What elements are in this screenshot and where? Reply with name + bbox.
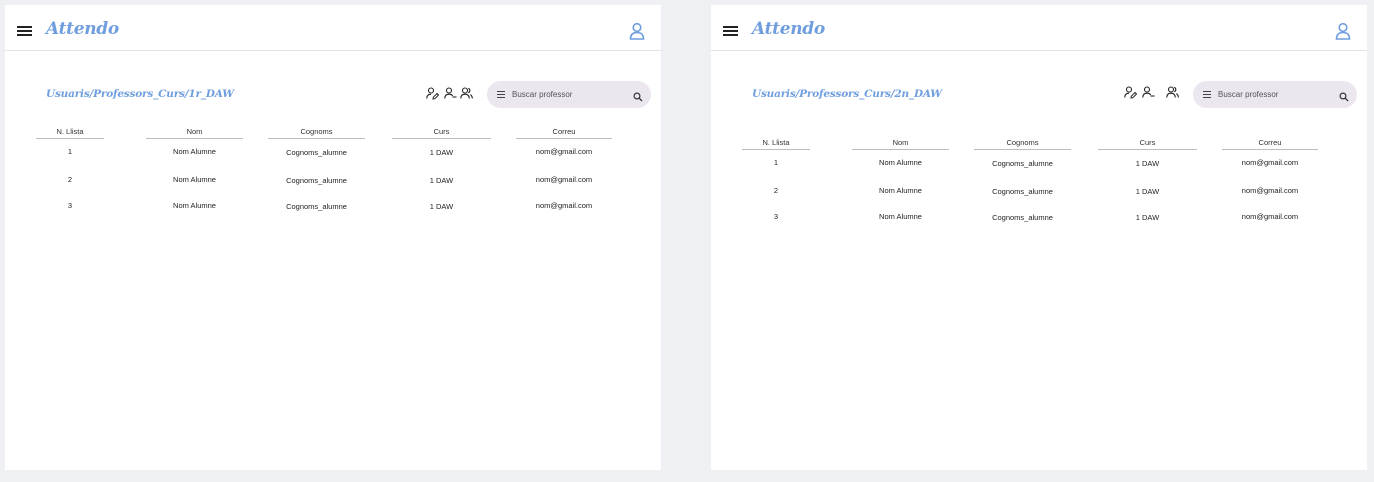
table-cell-curs: 1 DAW (429, 202, 454, 211)
menu-icon[interactable] (17, 26, 32, 36)
menu-icon[interactable] (723, 26, 738, 36)
user-edit-icon[interactable] (1124, 86, 1137, 99)
table-cell-nom: Nom Alumne (173, 201, 216, 210)
table-cell-correu: nom@gmail.com (1241, 158, 1299, 167)
table-header-correu: Correu (1222, 138, 1318, 150)
user-group-icon[interactable] (1166, 86, 1179, 99)
table-cell-correu: nom@gmail.com (535, 147, 593, 156)
search-bar[interactable] (487, 81, 651, 108)
user-icon[interactable] (629, 22, 645, 40)
screen-1r-daw: Attendo Usuaris/Professors_Curs/1r_DAW N… (5, 5, 661, 470)
table-header-nom: Nom (852, 138, 949, 150)
table-header-nllista: N. Llista (36, 127, 104, 139)
table-cell-nllista: 1 (773, 158, 779, 167)
table-header-curs: Curs (1098, 138, 1197, 150)
user-remove-icon[interactable] (444, 87, 457, 100)
search-bar[interactable] (1193, 81, 1357, 108)
breadcrumb: Usuaris/Professors_Curs/2n_DAW (752, 88, 942, 100)
table-cell-curs: 1 DAW (1135, 159, 1160, 168)
search-input[interactable] (1218, 87, 1328, 102)
table-cell-cognoms: Cognoms_alumne (286, 176, 347, 185)
user-icon[interactable] (1335, 22, 1351, 40)
search-icon[interactable] (1339, 89, 1349, 102)
table-cell-nllista: 2 (773, 186, 779, 195)
table-cell-nom: Nom Alumne (879, 186, 922, 195)
table-cell-nllista: 3 (67, 201, 73, 210)
table-cell-cognoms: Cognoms_alumne (992, 213, 1053, 222)
table-cell-nom: Nom Alumne (173, 175, 216, 184)
table-cell-nllista: 3 (773, 212, 779, 221)
table-cell-nom: Nom Alumne (879, 212, 922, 221)
user-group-icon[interactable] (460, 87, 473, 100)
top-app-bar: Attendo (711, 5, 1367, 51)
table-cell-cognoms: Cognoms_alumne (286, 148, 347, 157)
table-cell-curs: 1 DAW (429, 176, 454, 185)
top-app-bar: Attendo (5, 5, 661, 51)
search-input[interactable] (512, 87, 622, 102)
table-cell-nllista: 1 (67, 147, 73, 156)
table-cell-nom: Nom Alumne (173, 147, 216, 156)
screen-2n-daw: Attendo Usuaris/Professors_Curs/2n_DAW N… (711, 5, 1367, 470)
table-cell-nom: Nom Alumne (879, 158, 922, 167)
table-cell-correu: nom@gmail.com (535, 201, 593, 210)
table-cell-nllista: 2 (67, 175, 73, 184)
search-menu-icon[interactable] (497, 91, 505, 98)
app-title: Attendo (752, 19, 825, 39)
table-cell-correu: nom@gmail.com (1241, 186, 1299, 195)
search-icon[interactable] (633, 89, 643, 102)
user-remove-icon[interactable] (1142, 86, 1155, 99)
table-header-nllista: N. Llista (742, 138, 810, 150)
table-header-cognoms: Cognoms (974, 138, 1071, 150)
table-cell-cognoms: Cognoms_alumne (992, 187, 1053, 196)
table-header-nom: Nom (146, 127, 243, 139)
table-cell-curs: 1 DAW (429, 148, 454, 157)
app-title: Attendo (46, 19, 119, 39)
table-header-correu: Correu (516, 127, 612, 139)
table-cell-correu: nom@gmail.com (535, 175, 593, 184)
table-header-cognoms: Cognoms (268, 127, 365, 139)
table-cell-cognoms: Cognoms_alumne (992, 159, 1053, 168)
table-cell-correu: nom@gmail.com (1241, 212, 1299, 221)
table-cell-cognoms: Cognoms_alumne (286, 202, 347, 211)
search-menu-icon[interactable] (1203, 91, 1211, 98)
table-cell-curs: 1 DAW (1135, 213, 1160, 222)
table-header-curs: Curs (392, 127, 491, 139)
breadcrumb: Usuaris/Professors_Curs/1r_DAW (46, 88, 234, 100)
table-cell-curs: 1 DAW (1135, 187, 1160, 196)
user-edit-icon[interactable] (426, 87, 439, 100)
